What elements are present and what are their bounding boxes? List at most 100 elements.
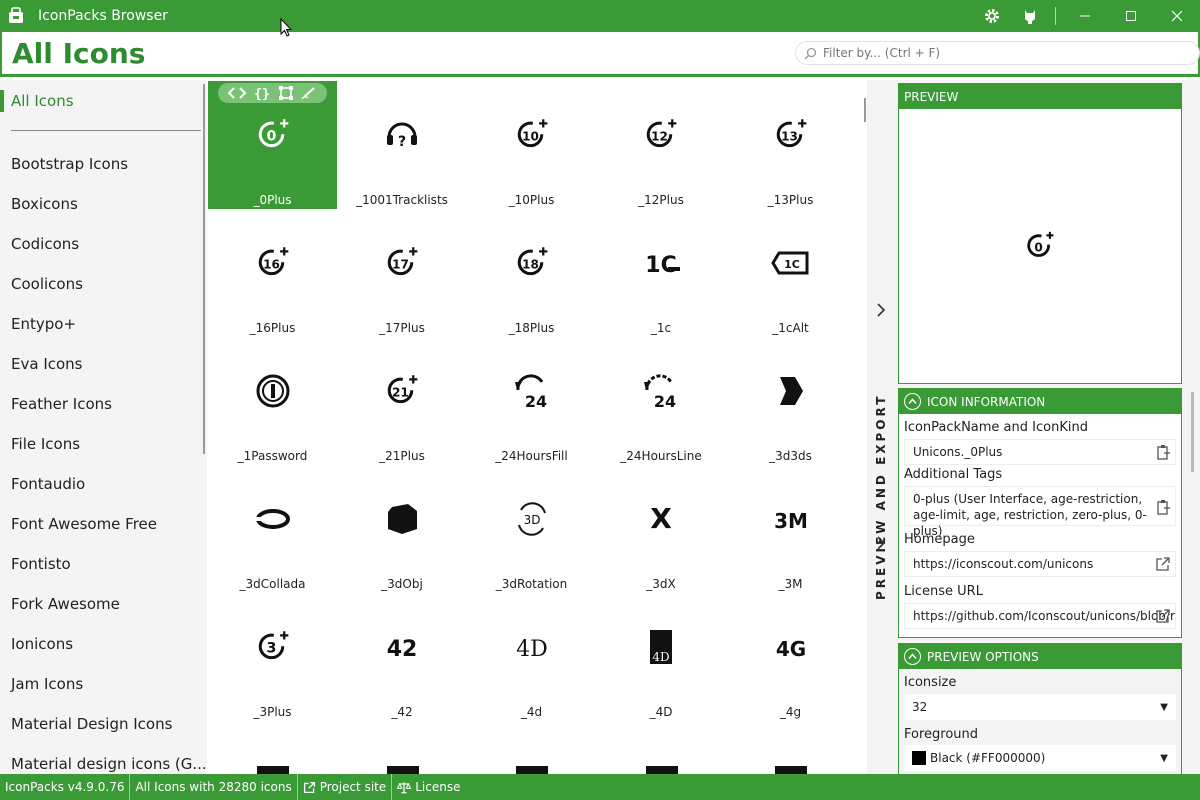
- icon-glyph-partial[interactable]: [386, 766, 419, 774]
- icon-tile[interactable]: 17 _17Plus: [338, 209, 467, 337]
- draw-pen-icon[interactable]: [301, 86, 317, 100]
- icon-tile[interactable]: 24 _24HoursLine: [597, 337, 726, 465]
- sidebar-item[interactable]: Material Design Icons: [11, 715, 172, 733]
- tags-field[interactable]: 0-plus (User Interface, age-restriction,…: [904, 486, 1176, 538]
- preview-options-header[interactable]: PREVIEW OPTIONS: [899, 644, 1181, 669]
- close-button[interactable]: [1154, 0, 1200, 32]
- sidebar-item[interactable]: Codicons: [11, 235, 79, 253]
- open-external-icon[interactable]: [1155, 608, 1171, 624]
- icon-tile[interactable]: 1C _1c: [597, 209, 726, 337]
- search-icon: [804, 47, 817, 60]
- vector-shape-icon[interactable]: [278, 86, 293, 100]
- grid-scrollbar[interactable]: [864, 98, 866, 122]
- sidebar-item[interactable]: Coolicons: [11, 275, 83, 293]
- preview-export-expander[interactable]: PREVIEW AND EXPORT: [867, 80, 896, 774]
- github-icon[interactable]: [1011, 0, 1049, 32]
- copy-icon[interactable]: [1155, 499, 1171, 515]
- icon-label: _3d3ds: [769, 449, 812, 463]
- icon-information-header[interactable]: ICON INFORMATION: [899, 389, 1181, 414]
- sidebar-item[interactable]: Material design icons (G...: [11, 755, 207, 773]
- sidebar-item[interactable]: File Icons: [11, 435, 80, 453]
- svg-text:10: 10: [522, 129, 539, 143]
- icon-tile[interactable]: X _3dX: [597, 465, 726, 593]
- caret-down-icon: ▼: [1160, 752, 1168, 764]
- svg-text:24: 24: [524, 392, 546, 410]
- icon-tile[interactable]: 4D _4D: [597, 593, 726, 721]
- sidebar-item[interactable]: Font Awesome Free: [11, 515, 157, 533]
- name-field[interactable]: Unicons._0Plus: [904, 439, 1176, 465]
- open-external-icon[interactable]: [1155, 556, 1171, 572]
- sidebar-item[interactable]: Boxicons: [11, 195, 78, 213]
- icon-tile[interactable]: _3d3ds: [726, 337, 855, 465]
- homepage-field[interactable]: https://iconscout.com/unicons: [904, 551, 1176, 577]
- sidebar-item[interactable]: Eva Icons: [11, 355, 82, 373]
- icon-glyph-partial[interactable]: [516, 766, 548, 774]
- tags-label: Additional Tags: [904, 467, 1003, 482]
- icon-tile[interactable]: 13 _13Plus: [726, 81, 855, 209]
- chevron-right-icon[interactable]: [873, 535, 889, 551]
- open-external-icon: [303, 781, 315, 793]
- panel-scrollbar[interactable]: [1191, 392, 1194, 472]
- filter-box[interactable]: [795, 41, 1200, 65]
- icon-tile[interactable]: 3D _3dRotation: [467, 465, 596, 593]
- icon-label: _24HoursFill: [495, 449, 568, 463]
- maximize-button[interactable]: [1108, 0, 1154, 32]
- license-link-label: License: [415, 780, 461, 794]
- icon-tile[interactable]: 3M _3M: [726, 465, 855, 593]
- sidebar-item[interactable]: Feather Icons: [11, 395, 112, 413]
- icon-tile[interactable]: ? _1001Tracklists: [338, 81, 467, 209]
- selected-indicator: [0, 90, 4, 112]
- sidebar-scrollbar[interactable]: [203, 84, 205, 454]
- icon-tile[interactable]: {} 0 _0Plus: [208, 81, 337, 209]
- icon-glyph: 17: [338, 239, 467, 287]
- icon-tile[interactable]: 4D _4d: [467, 593, 596, 721]
- license-field[interactable]: https://github.com/Iconscout/unicons/blo…: [904, 603, 1176, 629]
- svg-text:12: 12: [651, 129, 668, 143]
- icon-tile[interactable]: _3dCollada: [208, 465, 337, 593]
- sidebar-item[interactable]: Fork Awesome: [11, 595, 120, 613]
- icon-tile[interactable]: _1Password: [208, 337, 337, 465]
- icon-label: _10Plus: [508, 193, 555, 207]
- icon-glyph-partial[interactable]: [775, 766, 807, 774]
- chevron-right-icon[interactable]: [873, 302, 889, 318]
- icon-glyph-partial[interactable]: [257, 766, 289, 774]
- settings-gear-icon[interactable]: [973, 0, 1011, 32]
- sidebar-item[interactable]: Fontisto: [11, 555, 71, 573]
- minimize-button[interactable]: [1062, 0, 1108, 32]
- collapse-icon[interactable]: [904, 648, 921, 665]
- icon-grid: {} 0 _0Plus? _1001Tracklists 10 _10Plus 12 _12…: [207, 80, 867, 774]
- filter-input[interactable]: [823, 46, 1183, 60]
- collapse-icon[interactable]: [904, 393, 921, 410]
- icon-tile[interactable]: 42 _42: [338, 593, 467, 721]
- icon-tile[interactable]: 4G _4g: [726, 593, 855, 721]
- icon-count-text: All Icons with 28280 icons: [130, 774, 298, 800]
- icon-label: _1cAlt: [772, 321, 809, 335]
- icon-tile[interactable]: 1C _1cAlt: [726, 209, 855, 337]
- sidebar-item[interactable]: Bootstrap Icons: [11, 155, 128, 173]
- copy-icon[interactable]: [1155, 444, 1171, 460]
- sidebar-item-all-icons[interactable]: All Icons: [11, 92, 74, 110]
- icon-tile[interactable]: 3 _3Plus: [208, 593, 337, 721]
- icon-tile[interactable]: _3dObj: [338, 465, 467, 593]
- icon-tile[interactable]: 12 _12Plus: [597, 81, 726, 209]
- sidebar-item[interactable]: Jam Icons: [11, 675, 83, 693]
- icon-tile[interactable]: 24 _24HoursFill: [467, 337, 596, 465]
- license-link[interactable]: License: [392, 774, 465, 800]
- foreground-select[interactable]: Black (#FF000000) ▼: [904, 745, 1176, 771]
- sidebar-item[interactable]: Entypo+: [11, 315, 76, 333]
- icon-tile[interactable]: 21 _21Plus: [338, 337, 467, 465]
- icon-tile[interactable]: 10 _10Plus: [467, 81, 596, 209]
- icon-label: _4g: [779, 705, 802, 719]
- icon-glyph: 24: [597, 367, 726, 415]
- code-xaml-icon[interactable]: [228, 86, 247, 100]
- project-site-link[interactable]: Project site: [298, 774, 393, 800]
- icon-tile[interactable]: 16 _16Plus: [208, 209, 337, 337]
- svg-text:0: 0: [266, 128, 276, 144]
- sidebar-item[interactable]: Ionicons: [11, 635, 73, 653]
- sidebar-item[interactable]: Fontaudio: [11, 475, 85, 493]
- iconsize-select[interactable]: 32 ▼: [904, 694, 1176, 720]
- icon-glyph-partial[interactable]: [645, 766, 678, 774]
- icon-tile[interactable]: 18 _18Plus: [467, 209, 596, 337]
- icon-label: _3dX: [646, 577, 676, 591]
- code-braces-icon[interactable]: {}: [254, 86, 271, 100]
